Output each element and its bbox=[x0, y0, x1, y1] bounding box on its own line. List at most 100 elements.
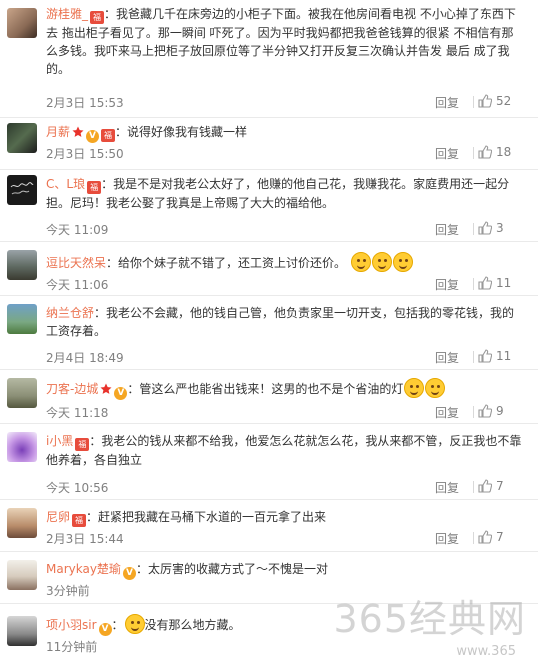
timestamp: 2月3日 15:53 bbox=[46, 96, 124, 110]
comment-text-block: C、L琅福：我是不是对我老公太好了，他赚的他自己花，我赚我花。家庭费用还一起分担… bbox=[46, 177, 510, 210]
like-button[interactable]: 3 bbox=[478, 221, 524, 235]
comment-text-block: 月薪 V 福：说得好像我有钱藏一样 bbox=[46, 125, 248, 143]
like-count: 11 bbox=[496, 349, 512, 363]
avatar[interactable] bbox=[7, 250, 37, 280]
username-link[interactable]: i小黑 bbox=[46, 434, 73, 448]
star-icon bbox=[100, 383, 112, 394]
username-link[interactable]: Marykay楚瑜 bbox=[46, 562, 121, 576]
timestamp: 今天 11:06 bbox=[46, 278, 109, 292]
comment-item: i小黑福：我老公的钱从来都不给我，他爱怎么花就怎么花，我从来都不管，反正我也不靠… bbox=[0, 424, 538, 500]
reply-button[interactable]: 回复 bbox=[435, 145, 459, 162]
avatar[interactable] bbox=[7, 8, 37, 38]
comment-text: 我老公不会藏，他的钱自己管，他负责家里一切开支，包括我的零花钱，我的工资存着。 bbox=[46, 306, 515, 338]
comment-meta: 今天 11:18 回复 9 bbox=[46, 404, 524, 420]
thumbs-up-icon bbox=[478, 349, 493, 363]
reply-button[interactable]: 回复 bbox=[435, 276, 459, 293]
timestamp: 今天 11:18 bbox=[46, 406, 109, 420]
comment-text-block: Marykay楚瑜 V ：太厉害的收藏方式了～不愧是一对 bbox=[46, 562, 328, 580]
divider bbox=[473, 147, 474, 159]
username-link[interactable]: C、L琅 bbox=[46, 177, 85, 191]
thumbs-up-icon bbox=[478, 479, 493, 493]
comment-item: 月薪 V 福：说得好像我有钱藏一样 2月3日 15:50 回复 18 bbox=[0, 118, 538, 170]
smirk-emoji-icon bbox=[425, 378, 446, 398]
comment-text-block: 纳兰仓舒：我老公不会藏，他的钱自己管，他负责家里一切开支，包括我的零花钱，我的工… bbox=[46, 306, 515, 338]
like-button[interactable]: 11 bbox=[478, 276, 524, 290]
comment-meta: 2月3日 15:44 回复 7 bbox=[46, 530, 524, 546]
like-count: 9 bbox=[496, 404, 504, 418]
like-count: 18 bbox=[496, 145, 512, 159]
watermark-url: www.365 bbox=[456, 644, 516, 659]
username-link[interactable]: 尼卵 bbox=[46, 510, 70, 524]
script-logo-icon bbox=[10, 182, 34, 195]
laughing-emoji-icon bbox=[371, 252, 392, 272]
avatar[interactable] bbox=[7, 508, 37, 538]
avatar[interactable] bbox=[7, 175, 37, 205]
comment-text: 我老公的钱从来都不给我，他爱怎么花就怎么花，我从来都不管，反正我也不靠他养着，各… bbox=[46, 434, 522, 467]
comment-meta: 今天 10:56 回复 7 bbox=[46, 479, 524, 495]
divider bbox=[473, 278, 474, 290]
like-button[interactable]: 7 bbox=[478, 530, 524, 544]
reply-button[interactable]: 回复 bbox=[435, 530, 459, 547]
thumbs-up-icon bbox=[478, 276, 493, 290]
reply-button[interactable]: 回复 bbox=[435, 404, 459, 421]
comment-text-block: 尼卵福：赶紧把我藏在马桶下水道的一百元拿了出来 bbox=[46, 510, 327, 527]
like-count: 7 bbox=[496, 530, 504, 544]
username-link[interactable]: 刀客-边城 bbox=[46, 382, 98, 396]
timestamp: 2月3日 15:50 bbox=[46, 147, 124, 161]
divider bbox=[473, 406, 474, 418]
comment-text: 我是不是对我老公太好了，他赚的他自己花，我赚我花。家庭费用还一起分担。尼玛！我老… bbox=[46, 177, 510, 210]
username-link[interactable]: 月薪 bbox=[46, 125, 70, 139]
comment-meta: 2月3日 15:50 回复 18 bbox=[46, 145, 524, 161]
reply-button[interactable]: 回复 bbox=[435, 349, 459, 366]
comment-text-block: 刀客-边城 V ：管这么严也能省出钱来！这男的也不是个省油的灯 bbox=[46, 378, 524, 400]
comment-text: 给你个妹子就不错了，还工资上讨价还价。 bbox=[118, 256, 347, 270]
username-link[interactable]: 项小羽sir bbox=[46, 618, 97, 632]
member-badge-icon: 福 bbox=[87, 181, 102, 194]
like-button[interactable]: 9 bbox=[478, 404, 524, 418]
comment-text: 赶紧把我藏在马桶下水道的一百元拿了出来 bbox=[98, 510, 327, 524]
reply-button[interactable]: 回复 bbox=[435, 94, 459, 111]
avatar[interactable] bbox=[7, 123, 37, 153]
comment-item: 尼卵福：赶紧把我藏在马桶下水道的一百元拿了出来 2月3日 15:44 回复 7 bbox=[0, 500, 538, 552]
cat-emoji-icon bbox=[124, 614, 145, 634]
like-button[interactable]: 7 bbox=[478, 479, 524, 493]
comment-item: 游桂雅_ 福：我爸藏几千在床旁边的小柜子下面。被我在他房间看电视 不小心掉了东西下… bbox=[0, 0, 538, 118]
avatar[interactable] bbox=[7, 378, 37, 408]
like-button[interactable]: 52 bbox=[478, 94, 524, 108]
comment-text: 管这么严也能省出钱来！这男的也不是个省油的灯 bbox=[139, 382, 404, 396]
username-link[interactable]: 逗比天然呆 bbox=[46, 256, 106, 270]
like-count: 3 bbox=[496, 221, 504, 235]
watermark-brand: 365经典网 bbox=[333, 597, 526, 641]
divider bbox=[473, 223, 474, 235]
avatar[interactable] bbox=[7, 304, 37, 334]
timestamp: 3分钟前 bbox=[46, 584, 90, 598]
comment-item: 逗比天然呆：给你个妹子就不错了，还工资上讨价还价。 今天 11:06 回复 11 bbox=[0, 242, 538, 296]
like-count: 52 bbox=[496, 94, 512, 108]
star-icon bbox=[72, 126, 84, 137]
username-link[interactable]: 游桂雅_ bbox=[46, 7, 88, 21]
avatar[interactable] bbox=[7, 560, 37, 590]
like-count: 11 bbox=[496, 276, 512, 290]
vip-icon: V bbox=[114, 387, 128, 400]
avatar[interactable] bbox=[7, 432, 37, 462]
verified-v-icon: V bbox=[122, 567, 136, 580]
reply-button[interactable]: 回复 bbox=[435, 221, 459, 238]
username-link[interactable]: 纳兰仓舒 bbox=[46, 306, 94, 320]
like-button[interactable]: 18 bbox=[478, 145, 524, 159]
comment-text: 说得好像我有钱藏一样 bbox=[127, 125, 248, 139]
divider bbox=[473, 481, 474, 493]
laughing-emoji-icon bbox=[392, 252, 413, 272]
comment-text: 没有那么地方藏。 bbox=[144, 618, 241, 632]
wink-emoji-icon bbox=[404, 378, 425, 398]
comment-text-block: 游桂雅_ 福：我爸藏几千在床旁边的小柜子下面。被我在他房间看电视 不小心掉了东西下… bbox=[46, 7, 516, 76]
verified-v-icon: V bbox=[98, 623, 112, 636]
divider bbox=[473, 532, 474, 544]
thumbs-up-icon bbox=[478, 221, 493, 235]
member-badge-icon: 福 bbox=[72, 514, 87, 527]
comment-text-block: 逗比天然呆：给你个妹子就不错了，还工资上讨价还价。 bbox=[46, 252, 524, 272]
like-button[interactable]: 11 bbox=[478, 349, 524, 363]
comment-text: 我爸藏几千在床旁边的小柜子下面。被我在他房间看电视 不小心掉了东西下去 拖出柜子… bbox=[46, 7, 516, 76]
reply-button[interactable]: 回复 bbox=[435, 479, 459, 496]
avatar[interactable] bbox=[7, 616, 37, 646]
divider bbox=[473, 351, 474, 363]
